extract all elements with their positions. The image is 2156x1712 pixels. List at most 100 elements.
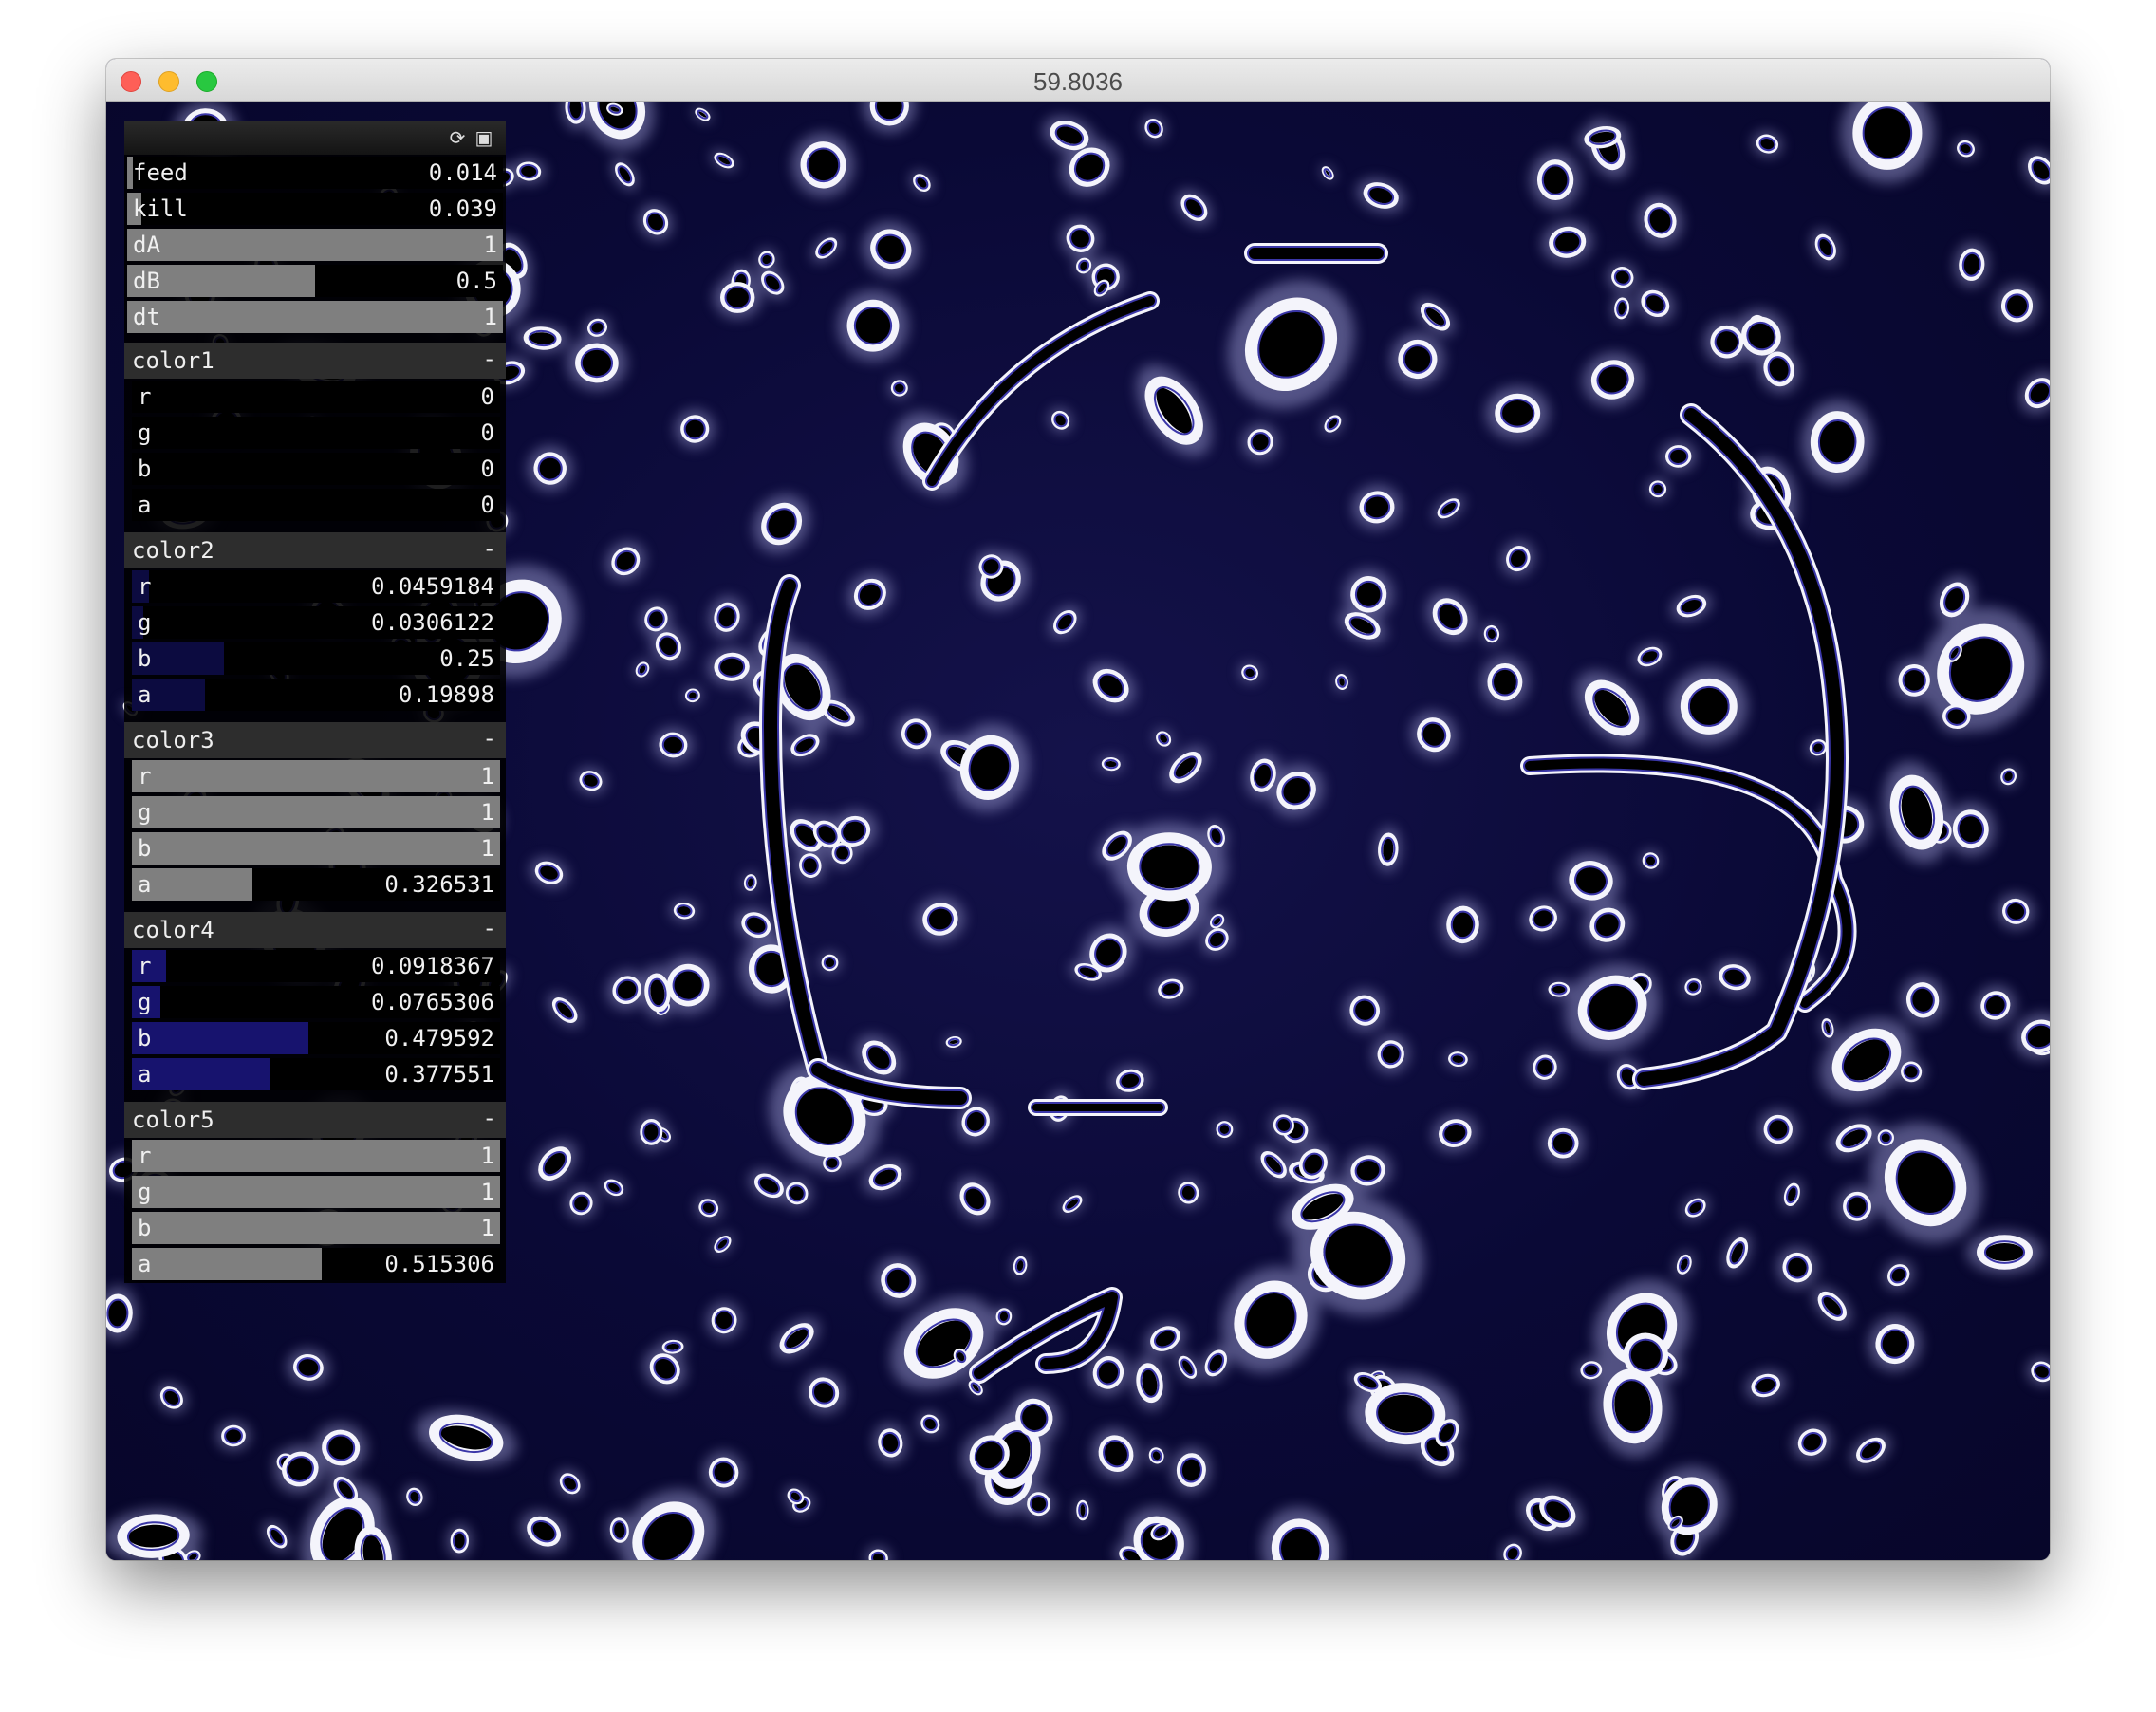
slider-label: r xyxy=(138,763,152,790)
app-window: 59.8036 ⟳ ▣ feed 0.014 kill 0.039 dA 1 dB 0.5 dt… xyxy=(106,59,2050,1560)
group-title: color5 xyxy=(132,1107,214,1133)
slider-fill xyxy=(132,1176,500,1208)
slider-label: b xyxy=(138,835,152,862)
slider-color5-b[interactable]: b1 xyxy=(132,1212,500,1244)
slider-label: b xyxy=(138,456,152,482)
group-header-color1[interactable]: color1 - xyxy=(124,343,506,379)
slider-fill xyxy=(127,229,503,261)
slider-dt[interactable]: dt 1 xyxy=(127,301,503,333)
slider-fill xyxy=(132,1212,500,1244)
slider-fill xyxy=(132,760,500,792)
group-header-color3[interactable]: color3 - xyxy=(124,722,506,758)
slider-dA[interactable]: dA 1 xyxy=(127,229,503,261)
slider-color5-a[interactable]: a 0.515306 xyxy=(132,1248,500,1280)
slider-label: kill xyxy=(133,195,188,222)
slider-value: 1 xyxy=(480,799,494,826)
slider-fill xyxy=(132,832,500,865)
slider-color1-g[interactable]: g0 xyxy=(132,417,500,449)
group-header-color5[interactable]: color5 - xyxy=(124,1102,506,1138)
slider-color4-r[interactable]: r 0.0918367 xyxy=(132,950,500,982)
slider-value: 1 xyxy=(480,1179,494,1205)
slider-dB[interactable]: dB 0.5 xyxy=(127,265,503,297)
slider-label: b xyxy=(138,645,152,672)
group-title: color3 xyxy=(132,727,214,754)
group-title: color1 xyxy=(132,347,214,374)
slider-label: b xyxy=(138,1215,152,1241)
control-panel: ⟳ ▣ feed 0.014 kill 0.039 dA 1 dB 0.5 dt 1 color1… xyxy=(124,121,506,1283)
slider-color4-g[interactable]: g 0.0765306 xyxy=(132,986,500,1018)
group-header-color2[interactable]: color2 - xyxy=(124,532,506,568)
slider-label: dA xyxy=(133,232,160,258)
group-title: color4 xyxy=(132,917,214,943)
slider-color1-r[interactable]: r0 xyxy=(132,381,500,413)
slider-fill xyxy=(132,1022,309,1054)
slider-value: 0.014 xyxy=(428,159,497,186)
slider-value: 0.377551 xyxy=(384,1061,494,1088)
collapse-icon[interactable]: - xyxy=(483,722,496,754)
slider-fill xyxy=(127,157,133,189)
slider-value: 1 xyxy=(480,835,494,862)
slider-label: r xyxy=(138,383,152,410)
slider-color2-b[interactable]: b 0.25 xyxy=(132,642,500,675)
slider-label: a xyxy=(138,492,152,518)
slider-value: 0.0765306 xyxy=(370,989,494,1015)
slider-value: 1 xyxy=(480,1143,494,1169)
slider-color1-a[interactable]: a0 xyxy=(132,489,500,521)
slider-feed[interactable]: feed 0.014 xyxy=(127,157,503,189)
slider-value: 0.515306 xyxy=(384,1251,494,1277)
slider-value: 1 xyxy=(483,304,497,330)
slider-value: 0.19898 xyxy=(398,681,494,708)
slider-value: 0.479592 xyxy=(384,1025,494,1051)
collapse-icon[interactable]: - xyxy=(483,532,496,565)
slider-color4-a[interactable]: a 0.377551 xyxy=(132,1058,500,1090)
slider-fill xyxy=(132,796,500,828)
slider-label: r xyxy=(138,1143,152,1169)
collapse-icon[interactable]: - xyxy=(483,1102,496,1134)
slider-color3-g[interactable]: g1 xyxy=(132,796,500,828)
slider-color5-g[interactable]: g1 xyxy=(132,1176,500,1208)
window-title: 59.8036 xyxy=(1033,67,1123,96)
panel-header[interactable]: ⟳ ▣ xyxy=(124,121,506,155)
slider-value: 0.5 xyxy=(455,268,497,294)
slider-value: 1 xyxy=(483,232,497,258)
slider-value: 1 xyxy=(480,763,494,790)
slider-fill xyxy=(127,301,503,333)
collapse-icon[interactable]: - xyxy=(483,343,496,375)
slider-label: dB xyxy=(133,268,160,294)
slider-value: 0.25 xyxy=(439,645,494,672)
save-icon[interactable]: ▣ xyxy=(474,127,494,148)
slider-label: a xyxy=(138,871,152,898)
slider-color2-a[interactable]: a 0.19898 xyxy=(132,679,500,711)
slider-label: g xyxy=(138,419,152,446)
title-bar[interactable]: 59.8036 xyxy=(106,59,2050,102)
reload-icon[interactable]: ⟳ xyxy=(447,127,468,148)
slider-color2-g[interactable]: g 0.0306122 xyxy=(132,606,500,639)
group-title: color2 xyxy=(132,537,214,564)
slider-fill xyxy=(132,1248,322,1280)
slider-color3-r[interactable]: r1 xyxy=(132,760,500,792)
slider-label: dt xyxy=(133,304,160,330)
slider-value: 0.0459184 xyxy=(370,573,494,600)
slider-label: g xyxy=(138,989,152,1015)
reaction-diffusion-canvas[interactable]: ⟳ ▣ feed 0.014 kill 0.039 dA 1 dB 0.5 dt 1 color1… xyxy=(106,102,2050,1560)
slider-color4-b[interactable]: b 0.479592 xyxy=(132,1022,500,1054)
slider-value: 0 xyxy=(480,492,494,518)
slider-color1-b[interactable]: b0 xyxy=(132,453,500,485)
slider-label: a xyxy=(138,1061,152,1088)
collapse-icon[interactable]: - xyxy=(483,912,496,944)
slider-color3-a[interactable]: a 0.326531 xyxy=(132,868,500,901)
slider-value: 0.0918367 xyxy=(370,953,494,979)
slider-value: 1 xyxy=(480,1215,494,1241)
slider-color5-r[interactable]: r1 xyxy=(132,1140,500,1172)
slider-label: a xyxy=(138,681,152,708)
slider-value: 0.0306122 xyxy=(370,609,494,636)
slider-value: 0.039 xyxy=(428,195,497,222)
slider-kill[interactable]: kill 0.039 xyxy=(127,193,503,225)
group-header-color4[interactable]: color4 - xyxy=(124,912,506,948)
slider-label: a xyxy=(138,1251,152,1277)
slider-color3-b[interactable]: b1 xyxy=(132,832,500,865)
slider-label: r xyxy=(138,953,152,979)
slider-label: g xyxy=(138,799,152,826)
slider-label: g xyxy=(138,1179,152,1205)
slider-color2-r[interactable]: r 0.0459184 xyxy=(132,570,500,603)
